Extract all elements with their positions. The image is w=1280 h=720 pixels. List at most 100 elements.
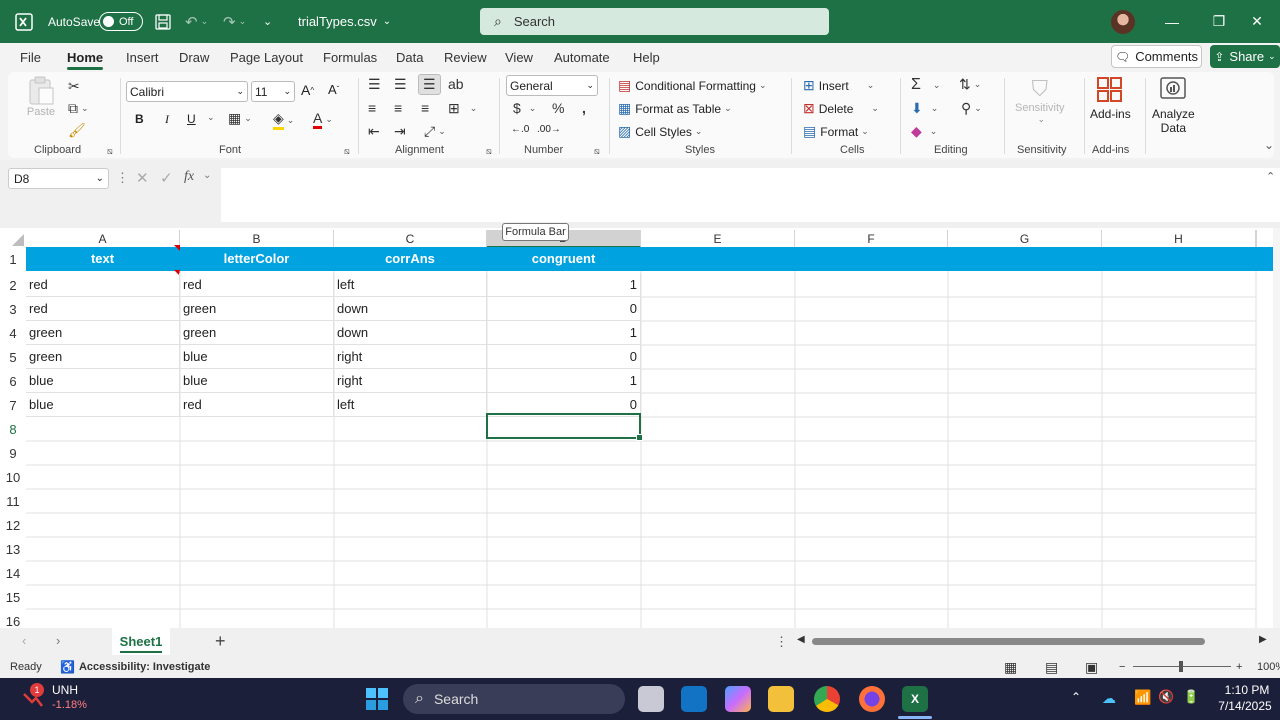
header-cell-text[interactable]: text xyxy=(26,247,180,271)
decrease-font-icon[interactable]: Aˇ xyxy=(328,82,339,97)
add-sheet-icon[interactable]: + xyxy=(215,631,226,652)
font-launcher-icon[interactable]: ⧅ xyxy=(344,146,350,157)
row-header[interactable]: 12 xyxy=(0,513,26,537)
comments-button[interactable]: 🗨 Comments xyxy=(1111,45,1202,68)
active-cell-d8[interactable] xyxy=(486,413,643,441)
tab-file[interactable]: File xyxy=(20,43,41,72)
italic-button[interactable]: I xyxy=(165,112,169,127)
cut-icon[interactable]: ✂ xyxy=(68,78,80,95)
row-header[interactable]: 14 xyxy=(0,561,26,585)
tab-formulas[interactable]: Formulas xyxy=(323,43,377,72)
analyze-data-button[interactable]: Analyze Data xyxy=(1152,76,1195,135)
cell-styles-button[interactable]: ▨ Cell Styles ⌄ xyxy=(618,123,702,140)
row-header[interactable]: 5 xyxy=(0,345,26,369)
merge-center-icon[interactable]: ⊞ ⌄ xyxy=(448,100,477,117)
tab-data[interactable]: Data xyxy=(396,43,423,72)
header-cell-congruent[interactable]: congruent xyxy=(487,247,641,271)
add-ins-button[interactable]: Add-ins xyxy=(1090,76,1131,121)
zoom-out-icon[interactable]: − xyxy=(1119,656,1125,678)
conditional-formatting-button[interactable]: ▤ Conditional Formatting ⌄ xyxy=(618,77,767,94)
find-select-icon[interactable]: ⚲ ⌄ xyxy=(961,100,982,117)
tab-automate[interactable]: Automate xyxy=(554,43,610,72)
align-center-icon[interactable]: ≡ xyxy=(394,100,402,116)
row-header[interactable]: 10 xyxy=(0,465,26,489)
page-layout-view-icon[interactable]: ▤ xyxy=(1045,656,1058,678)
next-sheet-icon[interactable]: › xyxy=(56,633,60,648)
column-header-e[interactable]: E xyxy=(641,230,795,248)
row-header[interactable]: 2 xyxy=(0,273,26,297)
row-header[interactable]: 16 xyxy=(0,609,26,629)
middle-align-icon[interactable]: ☰ xyxy=(394,76,407,93)
chevron-up-icon[interactable]: ⌃ xyxy=(1071,690,1081,704)
undo-icon[interactable]: ↶ ⌄ xyxy=(185,0,208,43)
font-size-select[interactable]: 11 ⌄ xyxy=(251,81,295,102)
row-header[interactable]: 3 xyxy=(0,297,26,321)
alignment-launcher-icon[interactable]: ⧅ xyxy=(486,146,492,157)
column-header-b[interactable]: B xyxy=(180,230,334,248)
scroll-right-icon[interactable]: ▶ xyxy=(1259,634,1267,645)
customize-qat-icon[interactable]: ⌄ xyxy=(263,0,272,43)
onedrive-icon[interactable]: ☁ xyxy=(1102,690,1116,707)
tab-insert[interactable]: Insert xyxy=(126,43,159,72)
format-painter-icon[interactable]: 🖌 xyxy=(68,122,86,139)
tab-draw[interactable]: Draw xyxy=(179,43,209,72)
percent-icon[interactable]: % xyxy=(552,100,564,116)
copy-icon[interactable]: ⧉ ⌄ xyxy=(68,100,89,117)
row-header[interactable]: 6 xyxy=(0,369,26,393)
decrease-decimal-icon[interactable]: .00→ xyxy=(537,124,561,135)
increase-indent-icon[interactable]: ⇥ xyxy=(394,123,406,140)
paste-button[interactable]: Paste xyxy=(26,76,56,118)
tab-page-layout[interactable]: Page Layout xyxy=(230,43,303,72)
font-name-select[interactable]: Calibri ⌄ xyxy=(126,81,248,102)
column-header-c[interactable]: C xyxy=(334,230,487,248)
column-header-h[interactable]: H xyxy=(1102,230,1256,248)
firefox-icon[interactable] xyxy=(859,686,885,712)
redo-icon[interactable]: ↷ ⌄ xyxy=(223,0,246,43)
format-cells-button[interactable]: ▤ Format ⌄ xyxy=(803,123,869,140)
stock-name[interactable]: UNH xyxy=(52,683,78,697)
battery-icon[interactable]: 🔋 xyxy=(1183,689,1199,705)
number-launcher-icon[interactable]: ⧅ xyxy=(594,146,600,157)
spreadsheet-grid[interactable]: A B C D E F G H 1 2 3 4 5 6 7 8 9 10 11 … xyxy=(0,228,1280,628)
column-header-f[interactable]: F xyxy=(795,230,948,248)
align-right-icon[interactable]: ≡ xyxy=(421,100,429,116)
column-header-g[interactable]: G xyxy=(948,230,1102,248)
close-icon[interactable]: ✕ xyxy=(1234,0,1280,43)
minimize-icon[interactable]: — xyxy=(1149,0,1195,43)
bottom-align-icon[interactable]: ☰ xyxy=(418,74,441,95)
zoom-level[interactable]: 100% xyxy=(1257,656,1280,678)
underline-button[interactable]: U xyxy=(187,112,196,126)
bold-button[interactable]: B xyxy=(135,112,144,126)
sensitivity-button[interactable]: ⛉ Sensitivity ⌄ xyxy=(1015,76,1065,125)
number-format-select[interactable]: General ⌄ xyxy=(506,75,598,96)
increase-font-icon[interactable]: A ^ xyxy=(301,82,314,98)
align-left-icon[interactable]: ≡ xyxy=(368,100,376,116)
autosave-toggle[interactable]: Off xyxy=(99,12,143,31)
clear-icon[interactable]: ◆ ⌄ xyxy=(911,123,937,140)
orientation-icon[interactable]: ⤢ ⌄ xyxy=(424,123,446,140)
row-header-selected[interactable]: 8 xyxy=(0,417,26,441)
header-cell-corrans[interactable]: corrAns xyxy=(334,247,487,271)
save-icon[interactable] xyxy=(155,0,171,43)
page-break-view-icon[interactable]: ▣ xyxy=(1085,656,1098,678)
prev-sheet-icon[interactable]: ‹ xyxy=(22,633,26,648)
increase-decimal-icon[interactable]: ←.0 xyxy=(511,124,529,135)
row-header[interactable]: 13 xyxy=(0,537,26,561)
header-cell-lettercolor[interactable]: letterColor xyxy=(180,247,334,271)
normal-view-icon[interactable]: ▦ xyxy=(1004,656,1017,678)
row-header[interactable]: 9 xyxy=(0,441,26,465)
row-header[interactable]: 4 xyxy=(0,321,26,345)
windows-start-icon[interactable] xyxy=(365,687,389,711)
insert-cells-button[interactable]: ⊞ Insert ⌄ xyxy=(803,77,874,94)
vertical-scrollbar[interactable] xyxy=(1273,228,1280,628)
zoom-in-icon[interactable]: + xyxy=(1236,656,1242,678)
decrease-indent-icon[interactable]: ⇤ xyxy=(368,123,380,140)
underline-dropdown-icon[interactable]: ⌄ xyxy=(204,112,215,123)
fill-icon[interactable]: ⬇ ⌄ xyxy=(911,100,938,117)
row-header[interactable]: 15 xyxy=(0,585,26,609)
delete-cells-button[interactable]: ⊠ Delete ⌄ xyxy=(803,100,879,117)
clock-time[interactable]: 1:10 PM xyxy=(1222,683,1272,697)
comma-icon[interactable]: , xyxy=(582,100,586,116)
font-color-icon[interactable]: A ⌄ xyxy=(313,110,333,129)
column-header-a[interactable]: A xyxy=(26,230,180,248)
